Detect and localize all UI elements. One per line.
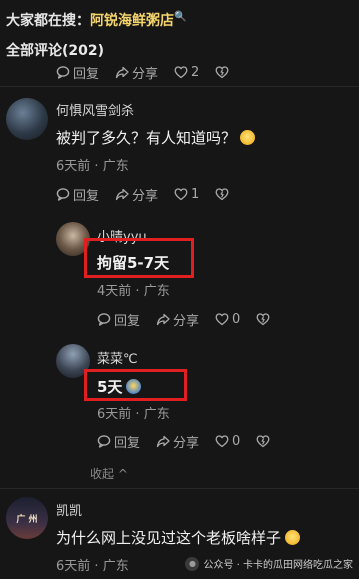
reply-content: 拘留5-7天 [97, 254, 170, 272]
comment-meta: 6天前 · 广东 [56, 555, 129, 574]
share-icon [156, 435, 170, 448]
like-count: 0 [232, 311, 241, 327]
search-prefix: 大家都在搜： [6, 13, 90, 29]
meta-separator: · [90, 559, 103, 574]
comment-text: 为什么网上没见过这个老板啥样子 [56, 527, 301, 548]
heart-icon [174, 66, 188, 79]
reply-icon [56, 188, 70, 201]
divider [0, 488, 359, 489]
share-button[interactable]: 分享 [115, 63, 158, 82]
search-suggestion-header[interactable]: 大家都在搜：阿锐海鲜粥店🔍 [6, 10, 186, 30]
dislike-button[interactable] [215, 65, 229, 79]
reply-button[interactable]: 回复 [97, 310, 140, 329]
watermark: ● 公众号 · 卡卡的瓜田网络吃瓜之家 [185, 556, 353, 571]
comment-time: 6天前 [56, 159, 91, 174]
like-count: 0 [232, 433, 241, 449]
share-icon [115, 188, 129, 201]
reply-location: 广东 [143, 284, 170, 299]
dislike-button[interactable] [256, 312, 270, 326]
like-count: 1 [191, 186, 200, 202]
share-button[interactable]: 分享 [156, 432, 199, 451]
anxious-sweat-emoji-icon [240, 130, 256, 145]
comment-username[interactable]: 何惧风雪剑杀 [56, 100, 134, 119]
smirk-emoji-icon [126, 379, 142, 394]
share-button[interactable]: 分享 [156, 310, 199, 329]
broken-heart-icon [256, 313, 270, 326]
comment-meta: 6天前 · 广东 [56, 155, 129, 174]
reply-content: 5天 [97, 378, 123, 396]
share-icon [156, 313, 170, 326]
reply-label: 回复 [73, 188, 100, 204]
search-icon: 🔍 [174, 11, 187, 23]
collapse-label: 收起 [90, 467, 115, 481]
dislike-button[interactable] [256, 434, 270, 448]
share-label: 分享 [173, 313, 200, 329]
comment-content: 被判了多久？有人知道吗？ [56, 129, 237, 147]
share-icon [115, 66, 129, 79]
comment-content: 为什么网上没见过这个老板啥样子 [56, 529, 282, 547]
reply-icon [56, 66, 70, 79]
like-button[interactable]: 2 [174, 65, 199, 80]
dislike-button[interactable] [215, 187, 229, 201]
share-label: 分享 [132, 66, 159, 82]
reply-meta: 4天前 · 广东 [97, 280, 170, 299]
share-button[interactable]: 分享 [115, 185, 158, 204]
meta-separator: · [131, 284, 144, 299]
reply-meta: 6天前 · 广东 [97, 403, 170, 422]
chevron-up-icon: ^ [114, 467, 128, 481]
reply-button[interactable]: 回复 [97, 432, 140, 451]
reply-text: 5天 [97, 376, 142, 397]
avatar[interactable]: 广 州 [6, 497, 48, 539]
reply-username[interactable]: 菜菜℃ [97, 348, 138, 367]
meta-separator: · [90, 159, 103, 174]
reply-icon [97, 313, 111, 326]
like-count: 2 [191, 64, 200, 80]
heart-icon [215, 313, 229, 326]
share-label: 分享 [173, 435, 200, 451]
reply-button[interactable]: 回复 [56, 63, 99, 82]
comment-time: 6天前 [56, 559, 91, 574]
wechat-icon: ● [185, 556, 200, 571]
reply-location: 广东 [143, 407, 170, 422]
like-button[interactable]: 0 [215, 312, 240, 327]
laughing-tears-emoji-icon [285, 530, 301, 545]
divider [0, 86, 359, 87]
reply-label: 回复 [73, 66, 100, 82]
comment-text: 被判了多久？有人知道吗？ [56, 127, 256, 148]
share-label: 分享 [132, 188, 159, 204]
reply-time: 4天前 [97, 284, 132, 299]
reply-icon [97, 435, 111, 448]
reply-button[interactable]: 回复 [56, 185, 99, 204]
reply-actions: 回复 分享 0 [97, 310, 286, 329]
like-button[interactable]: 1 [174, 187, 199, 202]
reply-time: 6天前 [97, 407, 132, 422]
comment-actions: 回复 分享 1 [56, 185, 245, 204]
broken-heart-icon [215, 188, 229, 201]
like-button[interactable]: 0 [215, 434, 240, 449]
heart-icon [174, 188, 188, 201]
watermark-text: 公众号 · 卡卡的瓜田网络吃瓜之家 [203, 560, 353, 571]
collapse-replies-button[interactable]: 收起 ^ [90, 465, 128, 482]
avatar-text: 广 州 [16, 514, 38, 525]
reply-label: 回复 [114, 313, 141, 329]
broken-heart-icon [215, 66, 229, 79]
comment-location: 广东 [102, 559, 129, 574]
comment-username[interactable]: 凯凯 [56, 500, 82, 519]
avatar[interactable] [6, 98, 48, 140]
reply-actions: 回复 分享 0 [97, 432, 286, 451]
previous-comment-actions: 回复 分享 2 [56, 63, 245, 82]
search-keyword-link[interactable]: 阿锐海鲜粥店 [90, 13, 174, 29]
broken-heart-icon [256, 435, 270, 448]
heart-icon [215, 435, 229, 448]
comment-location: 广东 [102, 159, 129, 174]
comment-count-title: 全部评论(202) [6, 43, 105, 59]
meta-separator: · [131, 407, 144, 422]
reply-label: 回复 [114, 435, 141, 451]
